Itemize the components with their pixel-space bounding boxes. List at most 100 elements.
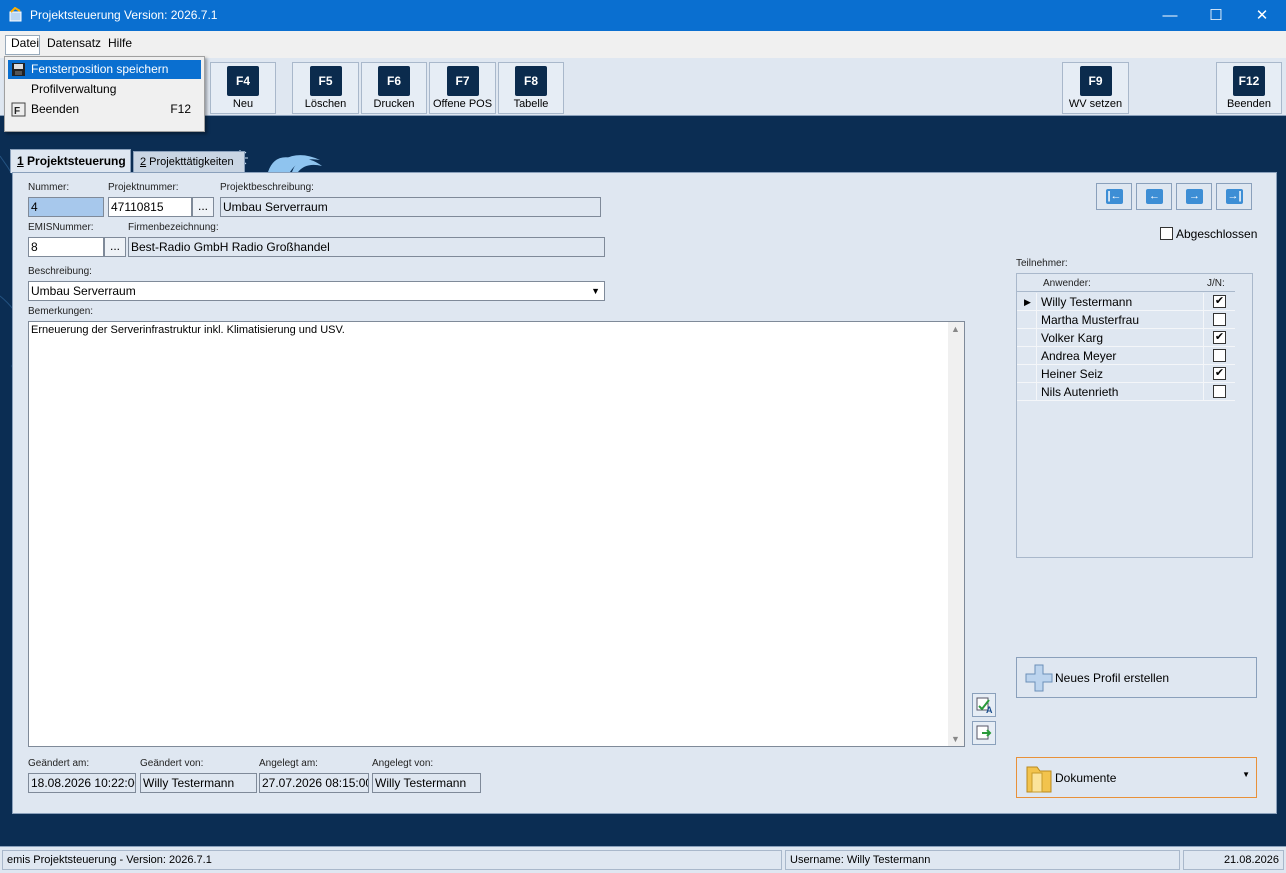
bemerkungen-label: Bemerkungen: [28, 306, 94, 317]
teilnehmer-label: Teilnehmer: [1016, 258, 1068, 269]
table-row[interactable]: Heiner Seiz ✔ [1017, 365, 1235, 383]
row-checkbox-cell [1203, 383, 1235, 401]
bemerkungen-text: Erneuerung der Serverinfrastruktur inkl.… [31, 324, 345, 336]
scroll-up-icon[interactable]: ▲ [951, 324, 960, 334]
col-anwender: Anwender: [1043, 278, 1091, 289]
spellcheck-icon: A [976, 697, 993, 715]
tab-1-number: 1 [17, 154, 24, 168]
f6-print-button[interactable]: F6 Drucken [361, 62, 427, 114]
scrollbar[interactable]: ▲ ▼ [948, 322, 964, 746]
row-checkbox-cell [1203, 311, 1235, 329]
firma-field[interactable]: Best-Radio GmbH Radio Großhandel [128, 237, 605, 257]
menu-datei[interactable]: Datei [11, 36, 39, 50]
f7-key: F7 [446, 66, 479, 96]
row-checkbox[interactable]: ✔ [1213, 331, 1226, 344]
f5-label: Löschen [304, 98, 347, 110]
svg-text:F: F [14, 106, 20, 117]
row-selector[interactable] [1017, 329, 1037, 347]
f8-label: Tabelle [513, 98, 549, 110]
f8-key: F8 [515, 66, 547, 96]
app-icon [9, 7, 22, 22]
table-row[interactable]: Volker Karg ✔ [1017, 329, 1235, 347]
menu-fensterposition-label: Fensterposition speichern [31, 62, 169, 76]
menu-hilfe[interactable]: Hilfe [108, 36, 132, 50]
beschreibung-select[interactable]: Umbau Serverraum ▼ [28, 281, 605, 301]
f12-exit-button[interactable]: F12 Beenden [1216, 62, 1282, 114]
menu-fensterposition-speichern[interactable]: Fensterposition speichern [8, 60, 201, 79]
emis-field[interactable]: 8 [28, 237, 104, 257]
geaendert-von-field: Willy Testermann [140, 773, 257, 793]
exit-icon: F [11, 102, 26, 117]
f12-label: Beenden [1226, 98, 1272, 110]
nummer-field[interactable]: 4 [28, 197, 104, 217]
f8-table-button[interactable]: F8 Tabelle [498, 62, 564, 114]
bemerkungen-textarea[interactable]: Erneuerung der Serverinfrastruktur inkl.… [28, 321, 965, 747]
svg-text:A: A [986, 705, 993, 715]
f12-key: F12 [1233, 66, 1265, 96]
neues-profil-label: Neues Profil erstellen [1055, 671, 1170, 685]
projektnummer-lookup-button[interactable]: ... [192, 197, 214, 217]
projektnummer-field[interactable]: 47110815 [108, 197, 192, 217]
nav-prev-button[interactable]: ← [1136, 183, 1172, 210]
menu-beenden-label: Beenden [31, 102, 80, 116]
table-row[interactable]: ▶ Willy Testermann ✔ [1017, 293, 1235, 311]
row-selector[interactable]: ▶ [1017, 293, 1037, 311]
tab-2-label: Projekttätigkeiten [146, 156, 234, 168]
first-record-icon: |← [1106, 189, 1123, 204]
menu-profilverwaltung[interactable]: Profilverwaltung [8, 80, 201, 99]
row-user-name: Andrea Meyer [1041, 349, 1117, 363]
row-checkbox[interactable] [1213, 385, 1226, 398]
table-row[interactable]: Martha Musterfrau [1017, 311, 1235, 329]
maximize-button[interactable]: ☐ [1193, 0, 1239, 31]
beschreibung-value: Umbau Serverraum [31, 284, 136, 298]
dokumente-label: Dokumente [1055, 771, 1117, 785]
emis-lookup-button[interactable]: ... [104, 237, 126, 257]
angelegt-am-label: Angelegt am: [259, 758, 318, 769]
emis-label: EMISNummer: [28, 222, 94, 233]
table-row[interactable]: Andrea Meyer [1017, 347, 1235, 365]
row-user-name: Nils Autenrieth [1041, 385, 1119, 399]
dokumente-dropdown-icon: ▼ [1242, 770, 1250, 779]
row-checkbox[interactable]: ✔ [1213, 295, 1226, 308]
status-app: emis Projektsteuerung - Version: 2026.7.… [2, 850, 782, 870]
nav-last-button[interactable]: →| [1216, 183, 1252, 210]
angelegt-von-label: Angelegt von: [372, 758, 434, 769]
tab-projekttaetigkeiten[interactable]: 2 Projekttätigkeiten [133, 151, 245, 173]
projektbeschreibung-field[interactable]: Umbau Serverraum [220, 197, 601, 217]
f9-wv-button[interactable]: F9 WV setzen [1062, 62, 1129, 114]
menu-beenden[interactable]: F Beenden F12 [8, 100, 201, 119]
close-button[interactable]: ✕ [1239, 0, 1285, 31]
teilnehmer-grid[interactable]: Anwender: J/N: ▶ Willy Testermann ✔ Martha … [1016, 273, 1253, 558]
f7-open-pos-button[interactable]: F7 Offene POS [429, 62, 496, 114]
row-checkbox[interactable]: ✔ [1213, 367, 1226, 380]
dokumente-button[interactable]: Dokumente ▼ [1016, 757, 1257, 798]
title-bar: Projektsteuerung Version: 2026.7.1 — ☐ ✕ [0, 0, 1286, 31]
row-selector[interactable] [1017, 383, 1037, 401]
row-user-name: Volker Karg [1041, 331, 1104, 345]
row-selector[interactable] [1017, 365, 1037, 383]
f5-delete-button[interactable]: F5 Löschen [292, 62, 359, 114]
tab-projektsteuerung[interactable]: 1 Projektsteuerung [10, 149, 131, 173]
row-checkbox[interactable] [1213, 349, 1226, 362]
neues-profil-button[interactable]: Neues Profil erstellen [1016, 657, 1257, 698]
f4-new-button[interactable]: F4 Neu [210, 62, 276, 114]
insert-text-button[interactable] [972, 721, 996, 745]
row-checkbox-cell: ✔ [1203, 365, 1235, 383]
angelegt-von-field: Willy Testermann [372, 773, 481, 793]
abgeschlossen-checkbox[interactable] [1160, 227, 1173, 240]
row-selector[interactable] [1017, 311, 1037, 329]
minimize-button[interactable]: — [1147, 0, 1193, 31]
nav-first-button[interactable]: |← [1096, 183, 1132, 210]
row-user-name: Martha Musterfrau [1041, 313, 1140, 327]
angelegt-am-field: 27.07.2026 08:15:00 [259, 773, 369, 793]
geaendert-am-field: 18.08.2026 10:22:00 [28, 773, 136, 793]
row-checkbox[interactable] [1213, 313, 1226, 326]
scroll-down-icon[interactable]: ▼ [951, 734, 960, 744]
table-row[interactable]: Nils Autenrieth [1017, 383, 1235, 401]
nav-next-button[interactable]: → [1176, 183, 1212, 210]
row-selector[interactable] [1017, 347, 1037, 365]
abgeschlossen-label: Abgeschlossen [1176, 227, 1258, 241]
spellcheck-button[interactable]: A [972, 693, 996, 717]
menu-datensatz[interactable]: Datensatz [47, 36, 101, 50]
insert-text-icon [976, 725, 992, 740]
